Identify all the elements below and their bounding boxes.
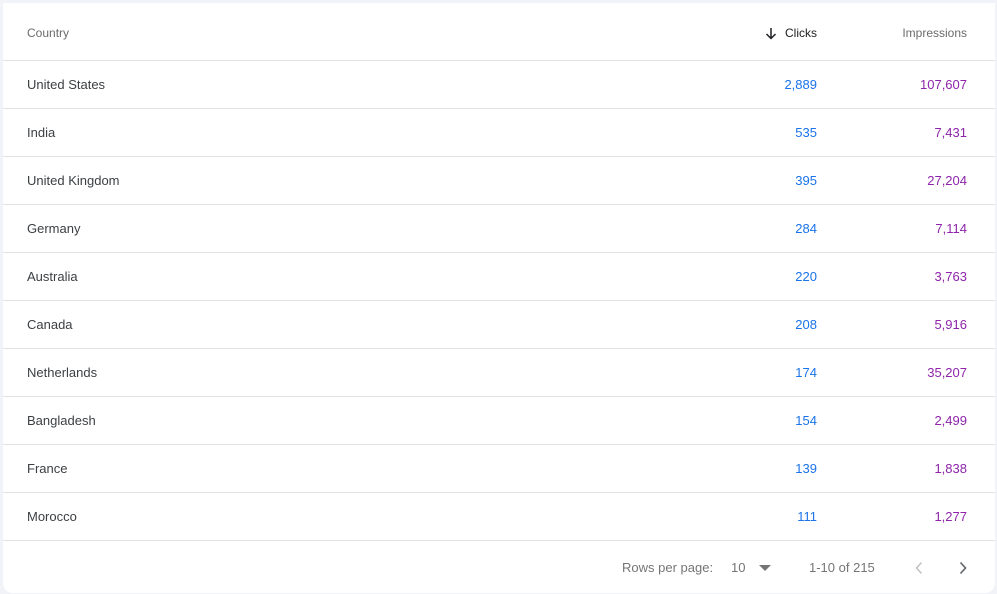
rows-per-page-label: Rows per page: bbox=[622, 560, 714, 575]
chevron-right-icon bbox=[959, 561, 967, 575]
column-header-clicks-label: Clicks bbox=[785, 26, 817, 40]
impressions-cell: 35,207 bbox=[927, 365, 967, 380]
country-cell: Germany bbox=[27, 221, 81, 236]
table-row[interactable]: Germany 284 7,114 bbox=[3, 205, 995, 253]
previous-page-button[interactable] bbox=[907, 556, 931, 580]
impressions-cell: 3,763 bbox=[934, 269, 967, 284]
table-row[interactable]: United Kingdom 395 27,204 bbox=[3, 157, 995, 205]
clicks-cell: 154 bbox=[795, 413, 817, 428]
table-row[interactable]: India 535 7,431 bbox=[3, 109, 995, 157]
impressions-cell: 1,838 bbox=[934, 461, 967, 476]
clicks-cell: 395 bbox=[795, 173, 817, 188]
rows-per-page-select[interactable]: 10 bbox=[731, 560, 772, 576]
country-cell: Canada bbox=[27, 317, 73, 332]
country-cell: United States bbox=[27, 77, 106, 92]
rows-per-page-value: 10 bbox=[731, 560, 746, 575]
impressions-cell: 2,499 bbox=[934, 413, 967, 428]
country-cell: Bangladesh bbox=[27, 413, 96, 428]
chevron-left-icon bbox=[915, 561, 923, 575]
arrow-down-icon bbox=[765, 27, 777, 40]
table-header: Country Clicks Impressions bbox=[3, 3, 995, 61]
countries-table-card: Country Clicks Impressions United States… bbox=[3, 3, 995, 593]
country-cell: United Kingdom bbox=[27, 173, 120, 188]
clicks-cell: 2,889 bbox=[784, 77, 817, 92]
clicks-cell: 111 bbox=[797, 509, 817, 524]
pagination-range: 1-10 of 215 bbox=[809, 560, 875, 575]
table-row[interactable]: Netherlands 174 35,207 bbox=[3, 349, 995, 397]
impressions-cell: 107,607 bbox=[920, 77, 967, 92]
impressions-cell: 27,204 bbox=[927, 173, 967, 188]
clicks-cell: 208 bbox=[795, 317, 817, 332]
column-header-impressions[interactable]: Impressions bbox=[902, 25, 967, 41]
country-cell: France bbox=[27, 461, 68, 476]
clicks-cell: 535 bbox=[795, 125, 817, 140]
impressions-cell: 1,277 bbox=[934, 509, 967, 524]
clicks-cell: 284 bbox=[795, 221, 817, 236]
clicks-cell: 174 bbox=[795, 365, 817, 380]
table-row[interactable]: Australia 220 3,763 bbox=[3, 253, 995, 301]
table-row[interactable]: Bangladesh 154 2,499 bbox=[3, 397, 995, 445]
impressions-cell: 7,114 bbox=[935, 221, 967, 236]
impressions-cell: 7,431 bbox=[934, 125, 967, 140]
clicks-cell: 220 bbox=[795, 269, 817, 284]
column-header-clicks[interactable]: Clicks bbox=[765, 25, 817, 41]
next-page-button[interactable] bbox=[951, 556, 975, 580]
table-body: United States 2,889 107,607 India 535 7,431 Un… bbox=[3, 61, 995, 541]
country-cell: India bbox=[27, 125, 56, 140]
table-row[interactable]: France 139 1,838 bbox=[3, 445, 995, 493]
impressions-cell: 5,916 bbox=[934, 317, 967, 332]
country-cell: Morocco bbox=[27, 509, 77, 524]
clicks-cell: 139 bbox=[795, 461, 817, 476]
table-row[interactable]: Canada 208 5,916 bbox=[3, 301, 995, 349]
country-cell: Australia bbox=[27, 269, 78, 284]
table-row[interactable]: United States 2,889 107,607 bbox=[3, 61, 995, 109]
column-header-country[interactable]: Country bbox=[27, 25, 69, 41]
table-row[interactable]: Morocco 111 1,277 bbox=[3, 493, 995, 541]
country-cell: Netherlands bbox=[27, 365, 98, 380]
pagination-bar: Rows per page: 10 1-10 of 215 bbox=[3, 541, 995, 591]
caret-down-icon bbox=[759, 565, 772, 571]
